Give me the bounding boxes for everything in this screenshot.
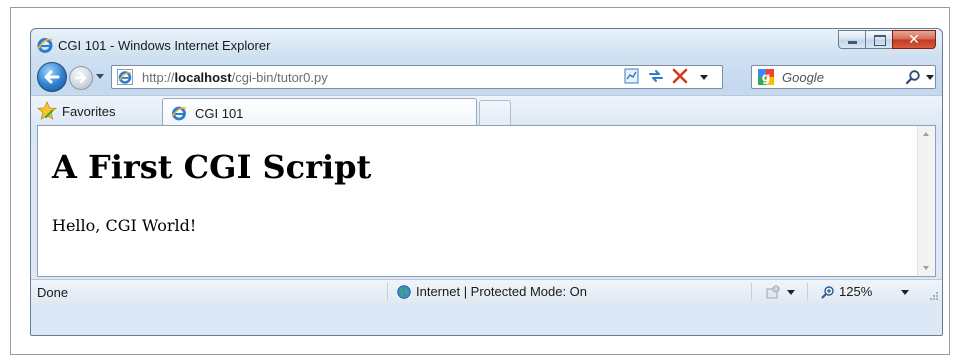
recent-pages-dropdown[interactable] (96, 74, 104, 79)
new-tab-button[interactable] (479, 100, 511, 126)
favorites-bar: Favorites CGI 101 (31, 95, 942, 126)
back-arrow-icon (44, 70, 60, 84)
zoom-dropdown[interactable] (901, 290, 909, 295)
ie-logo-icon (171, 106, 187, 121)
status-separator (807, 283, 808, 301)
status-text: Done (37, 285, 69, 300)
favorites-star-icon (37, 101, 57, 120)
compatibility-view-icon[interactable] (623, 67, 641, 85)
close-button[interactable]: ✕ (892, 30, 936, 49)
url-host: localhost (174, 70, 232, 85)
globe-icon (397, 284, 411, 299)
search-icon[interactable] (905, 69, 921, 85)
back-button[interactable] (37, 62, 67, 92)
vertical-scrollbar[interactable] (917, 126, 935, 276)
google-icon: g (758, 69, 774, 85)
search-placeholder: Google (782, 70, 824, 85)
scroll-down-arrow-icon[interactable] (923, 266, 929, 270)
url-path: /cgi-bin/tutor0.py (231, 70, 328, 85)
refresh-icon[interactable] (647, 67, 665, 85)
scroll-up-arrow-icon[interactable] (923, 132, 929, 136)
zone-text: Internet | Protected Mode: On (416, 284, 588, 299)
maximize-button[interactable] (865, 30, 893, 49)
zoom-icon (821, 285, 834, 298)
page-body-text: Hello, CGI World! (52, 216, 197, 235)
addons-dropdown[interactable] (787, 290, 795, 295)
tab-label: CGI 101 (195, 106, 244, 121)
ie-logo-icon (37, 38, 53, 53)
minimize-button[interactable] (838, 30, 866, 49)
browser-window: CGI 101 - Windows Internet Explorer ✕ ht… (30, 28, 943, 336)
window-title: CGI 101 - Windows Internet Explorer (58, 38, 271, 53)
search-box[interactable]: g Google (751, 65, 936, 89)
svg-text:g: g (762, 71, 771, 85)
status-bar: Done Internet | Protected Mode: On 125% (31, 279, 942, 304)
page-ie-icon (117, 69, 133, 85)
status-separator (387, 283, 388, 301)
navigation-bar: http://localhost/cgi-bin/tutor0.py g Goo… (31, 61, 942, 93)
title-bar: CGI 101 - Windows Internet Explorer ✕ (31, 29, 942, 59)
stop-icon[interactable] (671, 67, 689, 85)
url-text: http://localhost/cgi-bin/tutor0.py (142, 70, 328, 85)
addons-icon[interactable] (765, 284, 781, 300)
resize-grip-icon[interactable] (929, 291, 939, 301)
page-heading: A First CGI Script (52, 148, 372, 186)
security-zone[interactable]: Internet | Protected Mode: On (397, 284, 587, 299)
tab-cgi-101[interactable]: CGI 101 (162, 98, 477, 126)
forward-button[interactable] (69, 66, 93, 90)
address-dropdown[interactable] (700, 75, 708, 80)
status-separator (751, 283, 752, 301)
search-options-dropdown[interactable] (926, 75, 934, 80)
zoom-control[interactable]: 125% (821, 284, 872, 299)
window-controls: ✕ (838, 30, 936, 50)
forward-arrow-icon (74, 72, 87, 84)
url-prefix: http:// (142, 70, 175, 85)
favorites-label: Favorites (62, 103, 116, 119)
page-content: A First CGI Script Hello, CGI World! (37, 125, 936, 277)
zoom-level: 125% (839, 284, 873, 299)
close-icon: ✕ (908, 32, 920, 48)
favorites-button[interactable]: Favorites (37, 99, 115, 123)
